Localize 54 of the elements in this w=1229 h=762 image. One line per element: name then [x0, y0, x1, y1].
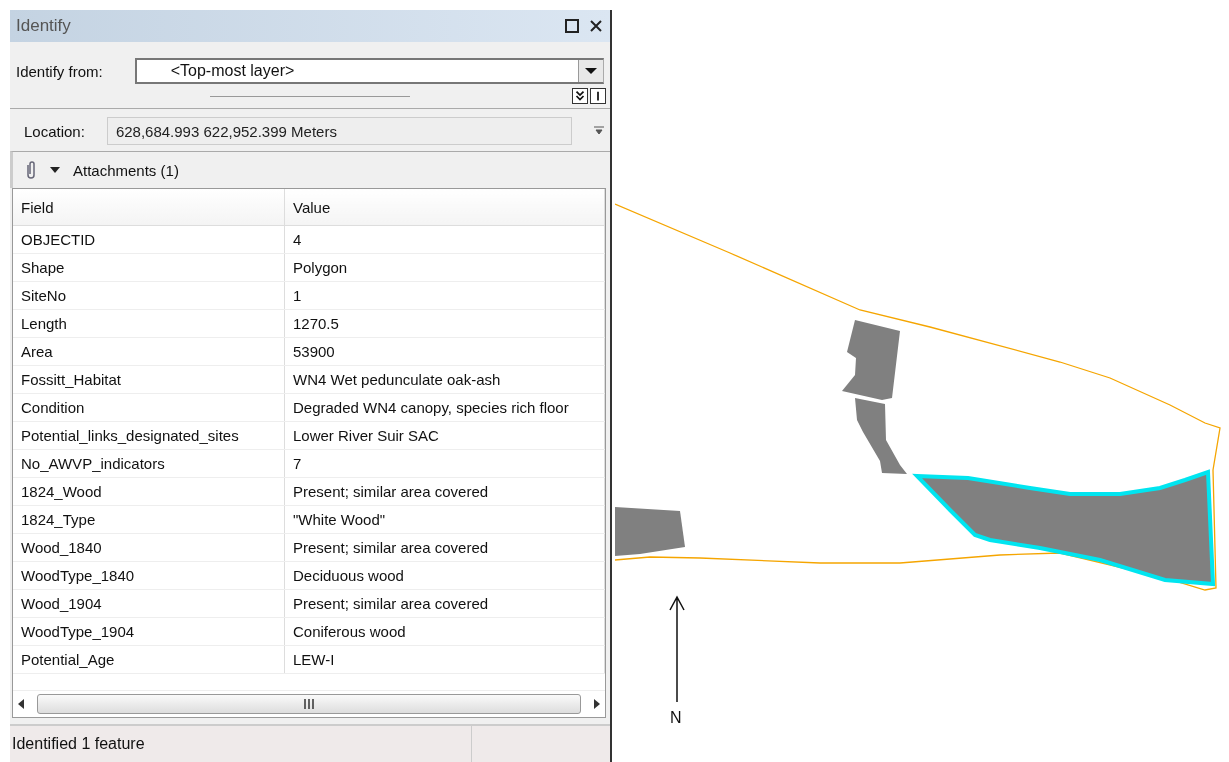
status-text: Identified 1 feature — [11, 735, 146, 753]
expand-all-icon[interactable] — [572, 88, 588, 104]
field-cell: OBJECTID — [13, 225, 285, 254]
split-icon[interactable] — [590, 88, 606, 104]
field-cell: Potential_Age — [13, 645, 285, 674]
grip-icon — [303, 699, 315, 709]
woodland-parcel — [615, 507, 685, 556]
value-cell: Polygon — [284, 253, 605, 282]
attachments-label[interactable]: Attachments (1) — [73, 161, 179, 179]
field-cell: Fossitt_Habitat — [13, 365, 285, 394]
field-cell: WoodType_1840 — [13, 561, 285, 590]
value-cell: Degraded WN4 canopy, species rich floor — [284, 393, 605, 422]
field-cell: Length — [13, 309, 285, 338]
value-cell: 53900 — [284, 337, 605, 366]
value-cell: Present; similar area covered — [284, 589, 605, 618]
maximize-icon[interactable] — [564, 18, 580, 34]
field-cell: WoodType_1904 — [13, 617, 285, 646]
value-cell: Lower River Suir SAC — [284, 421, 605, 450]
close-icon[interactable] — [588, 18, 604, 34]
field-cell: SiteNo — [13, 281, 285, 310]
caret-icon — [585, 67, 597, 75]
value-cell: 4 — [284, 225, 605, 254]
field-cell: Condition — [13, 393, 285, 422]
scroll-left-icon[interactable] — [17, 699, 25, 709]
field-cell: 1824_Type — [13, 505, 285, 534]
window-title: Identify — [16, 16, 72, 36]
value-cell: LEW-I — [284, 645, 605, 674]
value-cell: WN4 Wet pedunculate oak-ash — [284, 365, 605, 394]
field-cell: 1824_Wood — [13, 477, 285, 506]
field-cell: Potential_links_designated_sites — [13, 421, 285, 450]
value-cell: Present; similar area covered — [284, 533, 605, 562]
value-cell: 1 — [284, 281, 605, 310]
value-cell: 1270.5 — [284, 309, 605, 338]
location-label: Location: — [24, 122, 85, 140]
location-field: 628,684.993 622,952.399 Meters — [106, 117, 572, 145]
value-cell: Coniferous wood — [284, 617, 605, 646]
north-label: N — [670, 709, 682, 726]
field-cell: Wood_1840 — [13, 533, 285, 562]
field-cell: Shape — [13, 253, 285, 282]
field-cell: Area — [13, 337, 285, 366]
field-cell: No_AWVP_indicators — [13, 449, 285, 478]
paperclip-icon — [25, 160, 37, 180]
layer-dropdown[interactable]: <Top-most layer> — [134, 58, 604, 84]
column-header[interactable]: Value — [284, 189, 605, 226]
scroll-thumb[interactable] — [37, 694, 581, 714]
horizontal-scrollbar[interactable] — [13, 690, 605, 717]
value-cell: Present; similar area covered — [284, 477, 605, 506]
identify-from-label: Identify from: — [16, 62, 103, 80]
value-cell: Deciduous wood — [284, 561, 605, 590]
field-cell: Wood_1904 — [13, 589, 285, 618]
value-cell: "White Wood" — [284, 505, 605, 534]
scroll-right-icon[interactable] — [593, 699, 601, 709]
value-cell: 7 — [284, 449, 605, 478]
column-header[interactable]: Field — [13, 189, 285, 226]
